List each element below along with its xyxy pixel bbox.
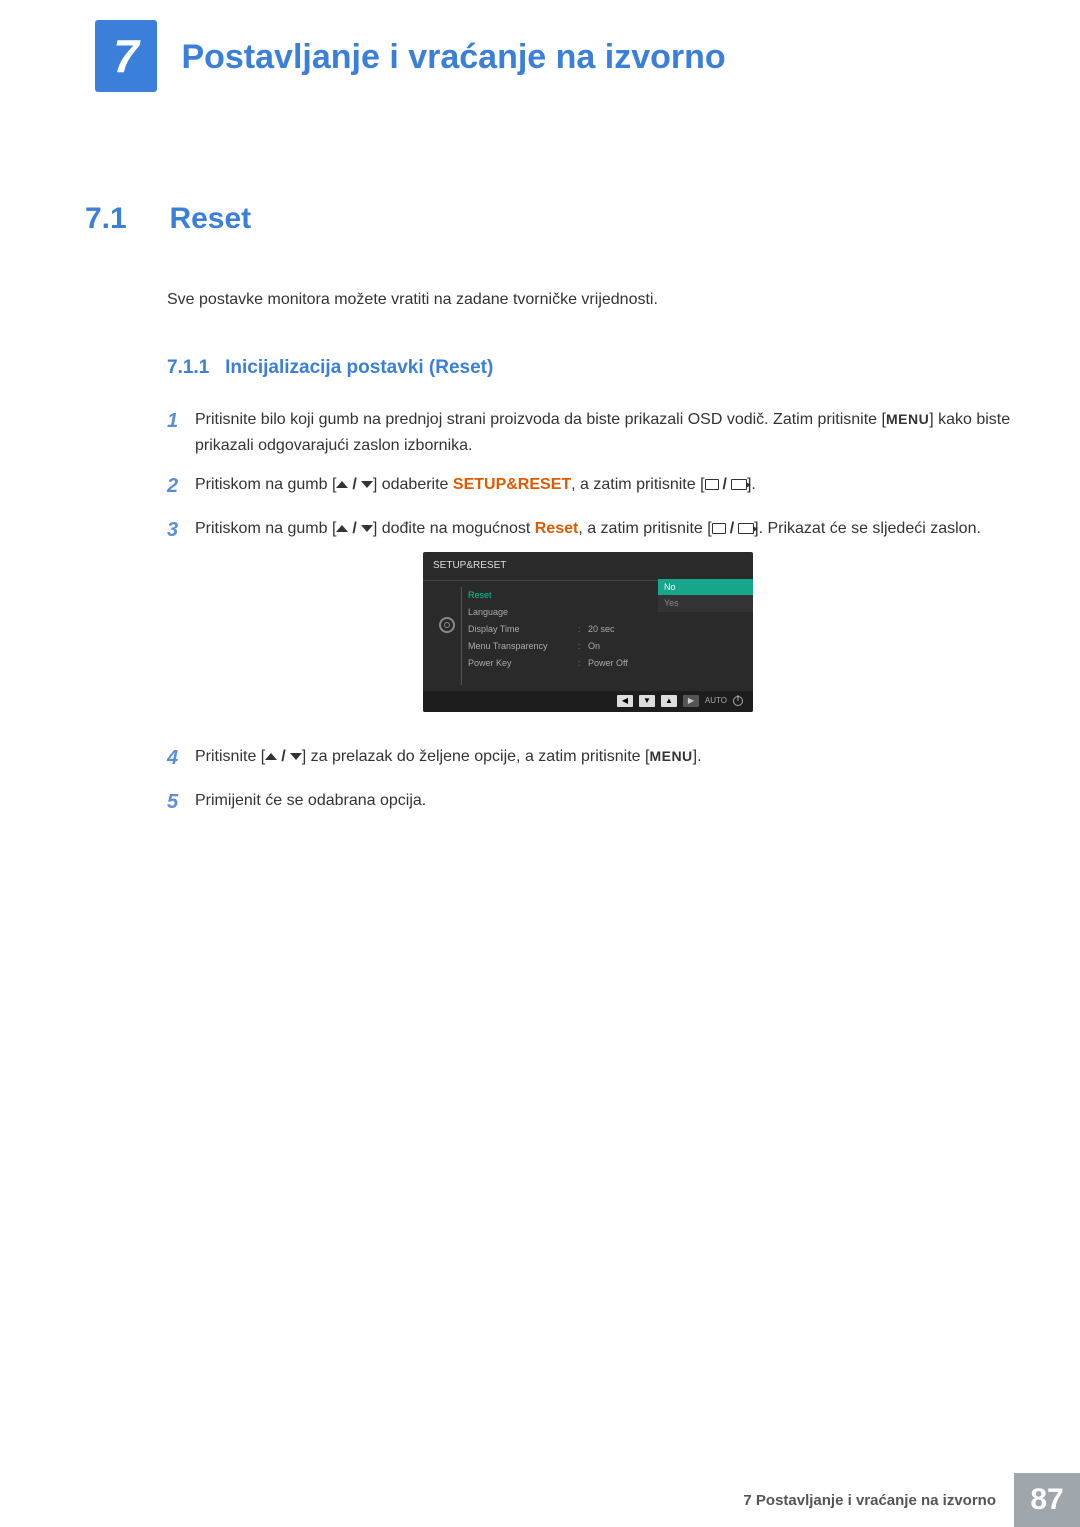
- chapter-title: Postavljanje i vraćanje na izvorno: [181, 38, 725, 77]
- step-number: 4: [167, 742, 195, 774]
- osd-screenshot: SETUP&RESET Reset No Yes: [423, 552, 753, 712]
- step-text: , a zatim pritisnite [: [571, 476, 704, 493]
- steps-list: 1 Pritisnite bilo koji gumb na prednjoj …: [167, 407, 1020, 818]
- up-down-icon: /: [336, 516, 372, 542]
- source-enter-icon: /: [712, 516, 754, 542]
- osd-row-label: Reset: [468, 588, 578, 602]
- source-enter-icon: /: [705, 472, 747, 498]
- osd-option-no: No: [658, 579, 753, 595]
- power-icon: [733, 696, 743, 706]
- osd-left-icon: ◀: [617, 695, 633, 707]
- subsection-number: 7.1.1: [167, 357, 209, 378]
- page-footer: 7 Postavljanje i vraćanje na izvorno 87: [0, 1473, 1080, 1527]
- menu-label: MENU: [886, 411, 929, 427]
- step-number: 5: [167, 786, 195, 818]
- osd-row-label: Display Time: [468, 622, 578, 636]
- osd-row-value: 20 sec: [588, 622, 753, 636]
- gear-icon: [439, 617, 455, 633]
- osd-row: Reset No Yes: [468, 587, 753, 604]
- osd-row-value: Power Off: [588, 656, 753, 670]
- subsection-title: Inicijalizacija postavki (Reset): [225, 357, 493, 378]
- step-number: 1: [167, 405, 195, 437]
- step-text: ] odaberite: [373, 476, 453, 493]
- osd-down-icon: ▼: [639, 695, 655, 707]
- osd-auto-label: AUTO: [705, 695, 727, 708]
- footer-chapter-ref: 7 Postavljanje i vraćanje na izvorno: [743, 1473, 1014, 1527]
- step-text: ]. Prikazat će se sljedeći zaslon.: [754, 520, 981, 537]
- step-text: Pritisnite bilo koji gumb na prednjoj st…: [195, 411, 886, 428]
- osd-title: SETUP&RESET: [423, 552, 753, 581]
- step-text: Pritiskom na gumb [: [195, 520, 336, 537]
- chapter-header: 7 Postavljanje i vraćanje na izvorno: [80, 20, 1020, 92]
- step-4: 4 Pritisnite [/] za prelazak do željene …: [167, 744, 1020, 774]
- step-2: 2 Pritiskom na gumb [/] odaberite SETUP&…: [167, 472, 1020, 502]
- osd-row: Menu Transparency : On: [468, 638, 753, 655]
- osd-footer: ◀ ▼ ▲ ▶ AUTO: [423, 691, 753, 712]
- step-text: ].: [693, 748, 702, 765]
- step-number: 2: [167, 470, 195, 502]
- osd-row: Power Key : Power Off: [468, 655, 753, 672]
- step-text: Pritiskom na gumb [: [195, 476, 336, 493]
- step-5: 5 Primijenit će se odabrana opcija.: [167, 788, 1020, 818]
- menu-label: MENU: [649, 748, 692, 764]
- step-text: ] dođite na mogućnost: [373, 520, 535, 537]
- step-text: , a zatim pritisnite [: [578, 520, 711, 537]
- step-3: 3 Pritiskom na gumb [/] dođite na mogućn…: [167, 516, 1020, 729]
- step-text: ] za prelazak do željene opcije, a zatim…: [302, 748, 650, 765]
- osd-row-label: Menu Transparency: [468, 639, 578, 653]
- osd-row-label: Language: [468, 605, 578, 619]
- osd-option-yes: Yes: [658, 595, 753, 611]
- osd-row-value: On: [588, 639, 753, 653]
- page-number: 87: [1014, 1473, 1080, 1527]
- section-7-1: 7.1 Reset Sve postavke monitora možete v…: [80, 202, 1020, 818]
- osd-right-icon: ▶: [683, 695, 699, 707]
- section-title: Reset: [169, 202, 251, 235]
- up-down-icon: /: [265, 744, 301, 770]
- highlight-setup-reset: SETUP&RESET: [453, 476, 571, 493]
- step-number: 3: [167, 514, 195, 546]
- section-number: 7.1: [85, 202, 165, 236]
- chapter-number-badge: 7: [95, 20, 157, 92]
- up-down-icon: /: [336, 472, 372, 498]
- osd-row: Display Time : 20 sec: [468, 621, 753, 638]
- section-intro: Sve postavke monitora možete vratiti na …: [167, 291, 1020, 309]
- step-1: 1 Pritisnite bilo koji gumb na prednjoj …: [167, 407, 1020, 458]
- osd-up-icon: ▲: [661, 695, 677, 707]
- step-text: Primijenit će se odabrana opcija.: [195, 788, 1020, 814]
- osd-row-label: Power Key: [468, 656, 578, 670]
- highlight-reset: Reset: [535, 520, 579, 537]
- subsection-heading: 7.1.1 Inicijalizacija postavki (Reset): [167, 357, 1020, 379]
- step-text: Pritisnite [: [195, 748, 265, 765]
- subsection-7-1-1: 7.1.1 Inicijalizacija postavki (Reset) 1…: [167, 357, 1020, 818]
